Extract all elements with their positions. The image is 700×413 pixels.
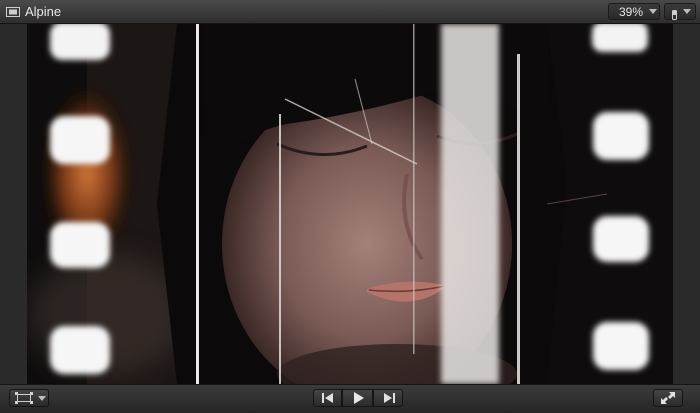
transform-crop-icon bbox=[15, 392, 33, 404]
next-edit-button[interactable] bbox=[373, 389, 403, 407]
switch-toggle-icon bbox=[672, 7, 677, 20]
view-options-button[interactable] bbox=[664, 3, 696, 20]
chevron-down-icon bbox=[649, 9, 657, 14]
fullscreen-expand-icon bbox=[661, 392, 675, 404]
fullscreen-button[interactable] bbox=[653, 389, 683, 407]
previous-edit-button[interactable] bbox=[313, 389, 342, 407]
transform-menu-button[interactable] bbox=[9, 389, 49, 407]
viewer-title-bar: Alpine 39% bbox=[0, 0, 700, 24]
zoom-level-value: 39% bbox=[619, 5, 644, 19]
chevron-down-icon bbox=[38, 396, 46, 401]
viewer-toolbar bbox=[0, 384, 700, 413]
play-icon bbox=[354, 392, 364, 404]
zoom-level-dropdown[interactable]: 39% bbox=[608, 3, 660, 20]
play-button[interactable] bbox=[342, 389, 373, 407]
next-edit-icon bbox=[384, 393, 395, 403]
video-frame bbox=[27, 24, 673, 384]
filmstrip-viewer-icon bbox=[6, 5, 20, 17]
chevron-down-icon bbox=[683, 9, 691, 14]
previous-edit-icon bbox=[322, 393, 333, 403]
viewer-title: Alpine bbox=[25, 4, 62, 19]
